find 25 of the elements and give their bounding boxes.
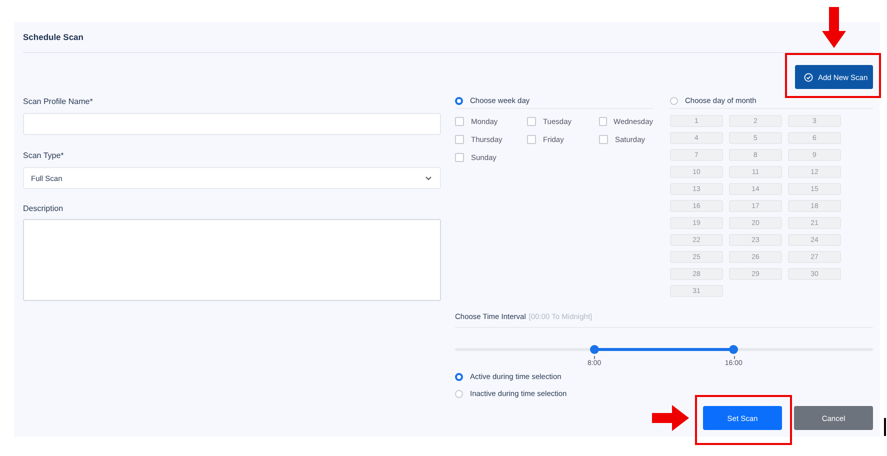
slider-track[interactable] xyxy=(455,348,873,351)
edge-mark xyxy=(884,418,886,436)
page-title: Schedule Scan xyxy=(23,32,84,42)
description-field[interactable] xyxy=(23,219,441,301)
down-arrow-icon xyxy=(821,7,847,49)
checkbox[interactable] xyxy=(599,116,607,126)
checkbox[interactable] xyxy=(527,116,536,126)
radio-button[interactable] xyxy=(670,96,678,104)
checkbox[interactable] xyxy=(455,116,464,126)
radio-button[interactable] xyxy=(455,96,463,104)
radio-button[interactable] xyxy=(455,372,463,380)
field-label: Description xyxy=(23,203,64,215)
checkbox[interactable] xyxy=(455,134,464,144)
radio-button[interactable] xyxy=(455,390,463,398)
slider-handle[interactable] xyxy=(590,345,599,354)
text-input-field[interactable] xyxy=(23,113,441,135)
check-circle-icon xyxy=(804,72,813,82)
slider-handle[interactable] xyxy=(729,345,738,354)
field-label: Scan Type* xyxy=(23,150,65,162)
checkbox[interactable] xyxy=(599,134,608,144)
right-arrow-icon xyxy=(652,404,690,432)
field-label: Scan Profile Name* xyxy=(23,96,94,108)
checkbox[interactable] xyxy=(455,152,464,162)
chevron-down-icon xyxy=(425,176,432,180)
checkbox[interactable] xyxy=(527,134,536,144)
